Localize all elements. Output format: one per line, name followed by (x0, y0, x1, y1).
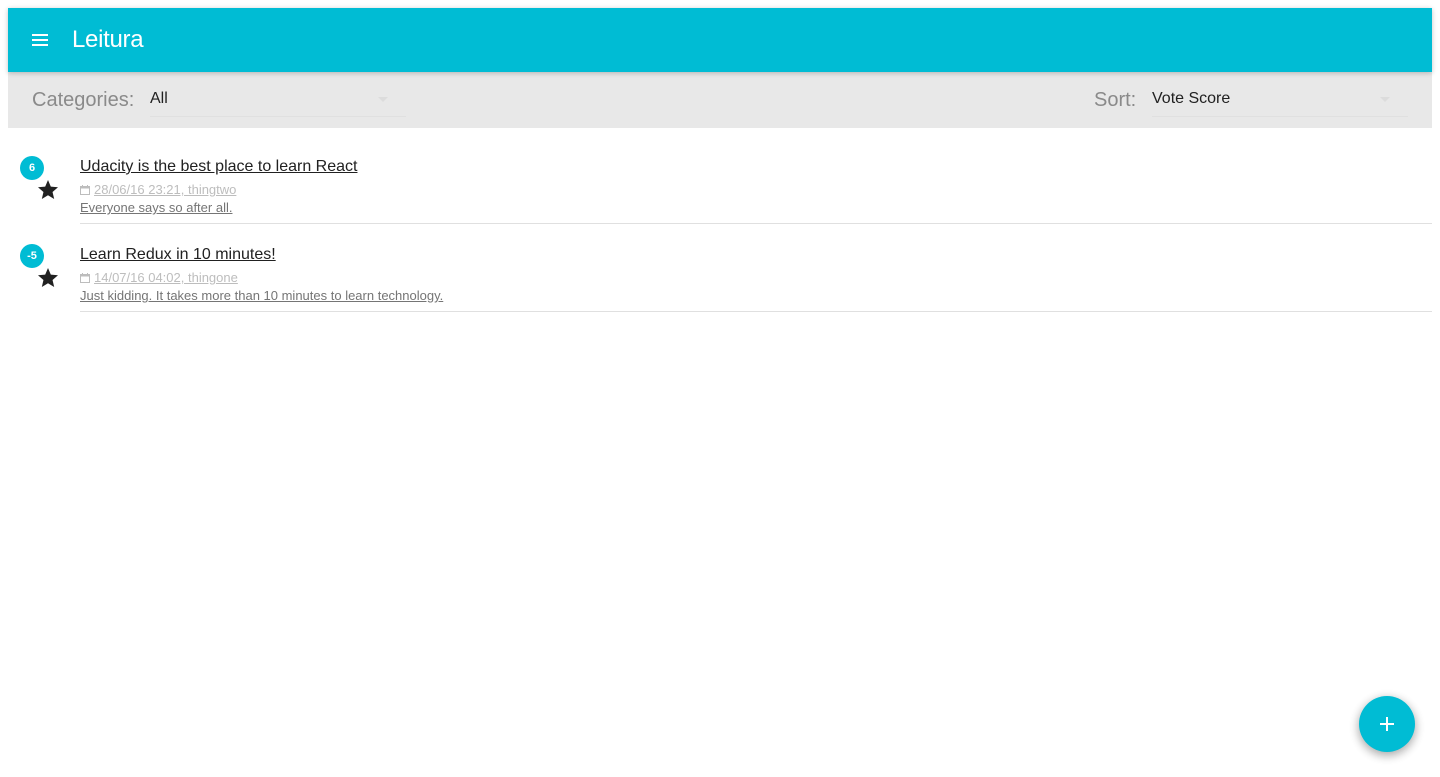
menu-button[interactable] (24, 24, 56, 56)
post-meta: 28/06/16 23:21, thingtwo (80, 182, 236, 197)
star-icon[interactable] (36, 178, 60, 202)
filter-toolbar: Categories: All Sort: Vote Score (8, 72, 1432, 128)
post-title-link[interactable]: Udacity is the best place to learn React (80, 158, 357, 176)
star-icon[interactable] (36, 266, 60, 290)
list-item: 6 Udacity is the best place to learn Rea… (8, 136, 1432, 224)
sort-label: Sort: (1094, 89, 1137, 111)
calendar-icon (80, 185, 90, 195)
add-post-button[interactable] (1359, 696, 1415, 752)
plus-icon (1380, 717, 1394, 731)
sort-selected-value: Vote Score (1152, 90, 1231, 107)
categories-select[interactable]: All (150, 86, 406, 117)
app-title: Leitura (72, 26, 144, 53)
post-body-link[interactable]: Everyone says so after all. (80, 200, 232, 215)
app-frame: Leitura Categories: All Sort: Vote Score… (8, 8, 1432, 777)
list-item: -5 Learn Redux in 10 minutes! 14/07/16 0… (8, 224, 1432, 312)
app-bar: Leitura (8, 8, 1432, 72)
post-date-author[interactable]: 28/06/16 23:21, thingtwo (94, 182, 236, 197)
post-title-link[interactable]: Learn Redux in 10 minutes! (80, 246, 276, 264)
categories-selected-value: All (150, 90, 168, 107)
calendar-icon (80, 273, 90, 283)
hamburger-menu-icon (32, 34, 48, 46)
vote-score-badge: 6 (20, 156, 44, 180)
categories-label: Categories: (32, 89, 135, 111)
chevron-down-icon (1380, 97, 1390, 102)
post-body-link[interactable]: Just kidding. It takes more than 10 minu… (80, 288, 443, 303)
vote-score-badge: -5 (20, 244, 44, 268)
post-meta: 14/07/16 04:02, thingone (80, 270, 238, 285)
divider (80, 311, 1432, 312)
post-date-author[interactable]: 14/07/16 04:02, thingone (94, 270, 238, 285)
sort-select[interactable]: Vote Score (1152, 86, 1408, 117)
chevron-down-icon (378, 97, 388, 102)
